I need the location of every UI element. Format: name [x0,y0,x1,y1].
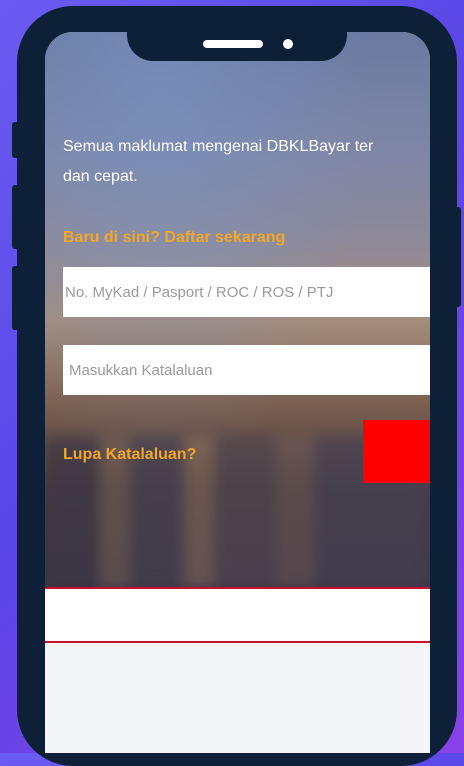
password-input[interactable] [63,345,430,395]
phone-volume-up-button [12,185,20,249]
register-link[interactable]: Baru di sini? Daftar sekarang [63,229,285,247]
intro-text-line1: Semua maklumat mengenai DBKLBayar ter [63,138,374,155]
phone-power-button [453,207,461,307]
speaker-grille [203,40,263,48]
bottom-bar [45,587,430,643]
intro-text-line2: dan cepat. [63,168,138,185]
intro-text: Semua maklumat mengenai DBKLBayar ter da… [63,132,430,192]
id-number-input[interactable] [63,267,430,317]
front-camera [283,39,293,49]
phone-volume-down-button [12,266,20,330]
forgot-password-link[interactable]: Lupa Katalaluan? [63,446,196,464]
phone-side-button [12,122,20,158]
login-button[interactable] [363,420,430,483]
phone-notch [127,15,347,61]
phone-screen: Semua maklumat mengenai DBKLBayar ter da… [45,32,430,753]
